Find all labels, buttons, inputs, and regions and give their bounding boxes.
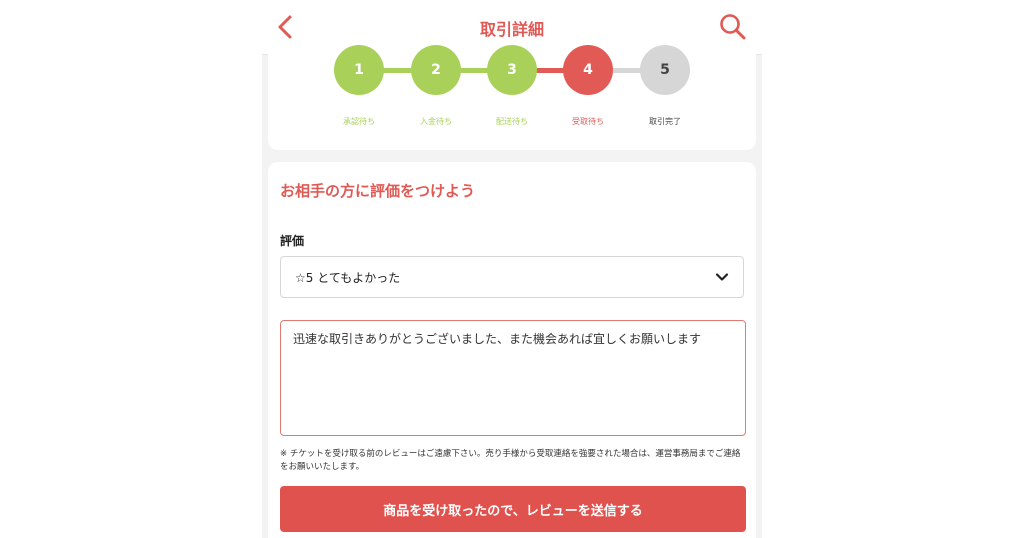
review-card: お相手の方に評価をつけよう 評価 ☆5 とてもよかった 迅速な取引きありがとうご… bbox=[268, 162, 756, 538]
step-label-5: 取引完了 bbox=[649, 117, 681, 126]
step-label-3: 配送待ち bbox=[496, 117, 528, 126]
step-circle-5: 5 bbox=[640, 45, 690, 95]
rating-label: 評価 bbox=[280, 234, 305, 248]
step-circle-1: 1 bbox=[334, 45, 384, 95]
step-label-1: 承認待ち bbox=[343, 117, 375, 126]
submit-review-button[interactable]: 商品を受け取ったので、レビューを送信する bbox=[280, 486, 746, 532]
step-label-2: 入金待ち bbox=[420, 117, 452, 126]
rating-selected-value: ☆5 とてもよかった bbox=[295, 270, 401, 285]
step-circle-3: 3 bbox=[487, 45, 537, 95]
rating-select[interactable]: ☆5 とてもよかった bbox=[280, 256, 744, 298]
step-circle-4: 4 bbox=[563, 45, 613, 95]
page-title: 取引詳細 bbox=[479, 20, 544, 39]
chevron-down-icon bbox=[715, 273, 729, 281]
review-heading: お相手の方に評価をつけよう bbox=[280, 182, 476, 200]
progress-steps-card: 1 承認待ち 2 入金待ち 3 配送待ち 4 受取待ち 5 取引完了 bbox=[268, 40, 756, 150]
phone-screen: 取引詳細 1 承認待ち 2 入金待ち 3 配送待ち 4 受取待ち 5 取引完了 お相手の方に評価を… bbox=[262, 0, 762, 538]
review-comment-textarea[interactable]: 迅速な取引きありがとうございました、また機会あれば宜しくお願いします bbox=[280, 320, 746, 436]
step-circle-2: 2 bbox=[411, 45, 461, 95]
search-button[interactable] bbox=[716, 10, 750, 44]
search-icon bbox=[720, 14, 746, 40]
step-label-4: 受取待ち bbox=[572, 117, 604, 126]
review-notice: ※ チケットを受け取る前のレビューはご遠慮下さい。売り手様から受取連絡を強要され… bbox=[280, 449, 741, 472]
